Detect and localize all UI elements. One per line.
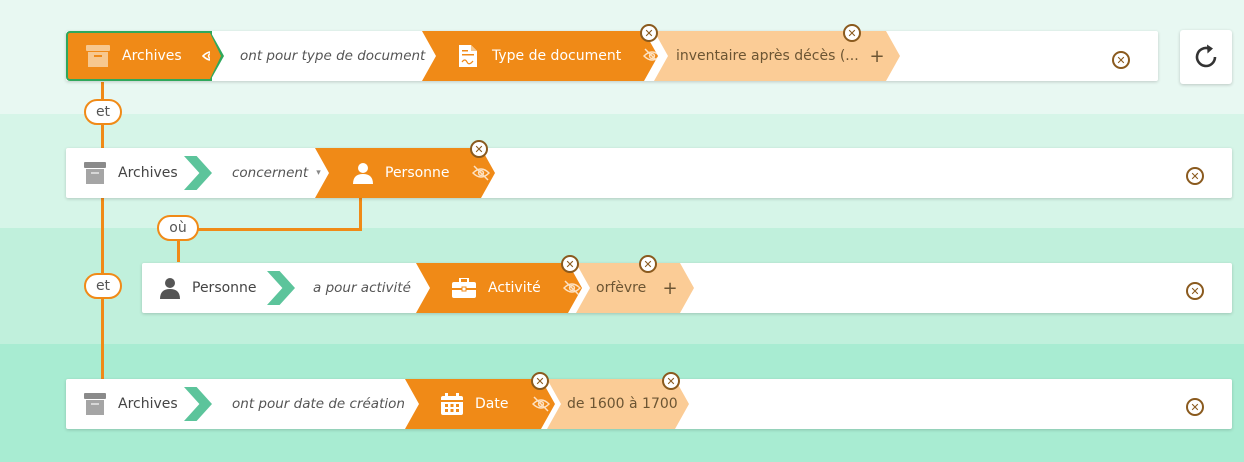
- predicate-label[interactable]: ont pour date de création: [232, 379, 405, 429]
- person-icon: [353, 162, 373, 184]
- chevron-right-icon: [267, 271, 295, 305]
- eye-off-icon[interactable]: [472, 165, 490, 181]
- add-label: +: [662, 277, 678, 299]
- object-chip-personne[interactable]: Personne: [315, 148, 495, 198]
- eye-off-icon[interactable]: [643, 48, 661, 64]
- close-circle-icon[interactable]: ✕: [843, 24, 861, 42]
- connector-line: [101, 82, 104, 382]
- calendar-icon: [441, 393, 463, 415]
- eye-off-icon[interactable]: [532, 396, 550, 412]
- object-label: Activité: [488, 280, 541, 296]
- connector-and[interactable]: et: [84, 99, 122, 125]
- value-label: de 1600 à 1700: [567, 396, 678, 412]
- close-circle-icon[interactable]: ✕: [1186, 167, 1204, 185]
- close-circle-icon[interactable]: ✕: [1186, 398, 1204, 416]
- subject-label[interactable]: Archives: [118, 148, 178, 198]
- eye-off-icon[interactable]: [563, 280, 581, 296]
- refresh-button[interactable]: [1180, 30, 1232, 84]
- close-circle-icon[interactable]: ✕: [662, 372, 680, 390]
- value-label: inventaire après décès (...: [676, 48, 859, 64]
- subject-label[interactable]: Archives: [118, 379, 178, 429]
- briefcase-icon: [452, 278, 476, 298]
- object-label: Type de document: [492, 48, 622, 64]
- connector-and[interactable]: et: [84, 273, 122, 299]
- value-label: orfèvre: [596, 280, 647, 296]
- chevron-right-icon: [184, 156, 212, 190]
- value-chip[interactable]: inventaire après décès (...: [654, 31, 876, 81]
- close-circle-icon[interactable]: ✕: [470, 140, 488, 158]
- close-circle-icon[interactable]: ✕: [561, 255, 579, 273]
- close-circle-icon[interactable]: ✕: [531, 372, 549, 390]
- chip-arrow: [210, 33, 221, 79]
- close-circle-icon[interactable]: ✕: [640, 24, 658, 42]
- connector-line: [359, 198, 362, 230]
- chevron-right-icon: [184, 387, 212, 421]
- predicate-label[interactable]: a pour activité: [313, 263, 411, 313]
- connector-line: [180, 228, 362, 231]
- close-circle-icon[interactable]: ✕: [1186, 282, 1204, 300]
- person-icon: [160, 277, 180, 299]
- connector-where[interactable]: où: [157, 215, 199, 241]
- object-chip-activite[interactable]: Activité: [416, 263, 582, 313]
- query-row-4: Archives ont pour date de création Date …: [66, 379, 1232, 429]
- chevron-down-icon[interactable]: ▾: [316, 168, 321, 178]
- object-label: Date: [475, 396, 509, 412]
- object-label: Personne: [385, 165, 450, 181]
- predicate-label[interactable]: concernent ▾: [232, 148, 321, 198]
- close-circle-icon[interactable]: ✕: [1112, 51, 1130, 69]
- object-chip-type-de-document[interactable]: Type de document: [422, 31, 658, 81]
- query-row-3: Personne a pour activité Activité orfèvr…: [142, 263, 1232, 313]
- subject-label: Archives: [122, 48, 182, 64]
- close-circle-icon[interactable]: ✕: [639, 255, 657, 273]
- refresh-icon: [1192, 43, 1220, 71]
- add-label: +: [869, 45, 885, 67]
- document-icon: [458, 44, 478, 68]
- archive-box-icon: [84, 162, 106, 184]
- predicate-text: concernent: [232, 165, 309, 181]
- subject-chip-archives[interactable]: Archives: [66, 31, 220, 81]
- archive-box-icon: [86, 45, 110, 67]
- predicate-label[interactable]: ont pour type de document: [240, 31, 425, 81]
- query-row-1: Archives ont pour type de document Type …: [66, 31, 1158, 81]
- query-row-2: Archives concernent ▾ Personne ✕: [66, 148, 1232, 198]
- subject-label[interactable]: Personne: [192, 263, 257, 313]
- archive-box-icon: [84, 393, 106, 415]
